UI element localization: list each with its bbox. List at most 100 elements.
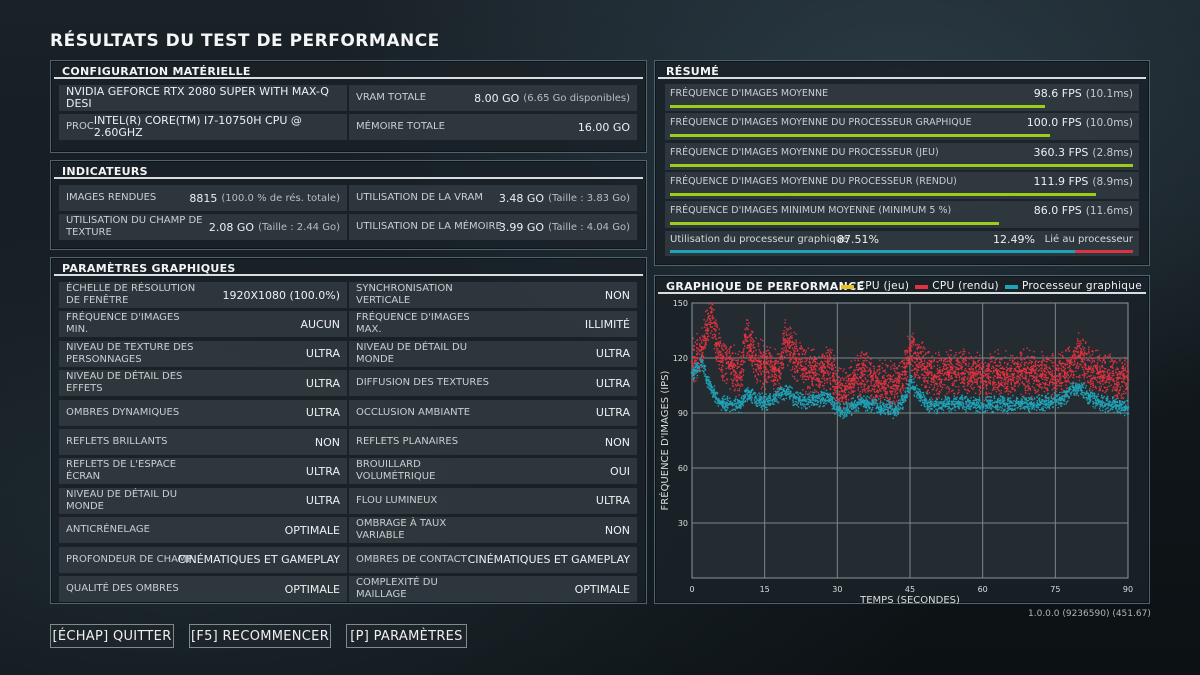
data-point — [1093, 357, 1095, 359]
data-point — [1036, 373, 1038, 376]
data-point — [834, 387, 837, 390]
data-point — [815, 384, 818, 386]
data-point — [931, 389, 934, 391]
data-point — [704, 339, 707, 341]
data-point — [721, 376, 724, 379]
data-point — [712, 303, 714, 306]
data-point — [808, 360, 811, 363]
data-point — [810, 349, 812, 352]
summary-label: FRÉQUENCE D'IMAGES MOYENNE DU PROCESSEUR… — [670, 146, 939, 158]
texture-number: 2.08 GO — [208, 220, 255, 234]
data-point — [1035, 372, 1037, 375]
data-point — [1102, 383, 1104, 385]
data-point — [1088, 350, 1090, 353]
data-point — [1031, 356, 1034, 358]
data-point — [991, 365, 994, 367]
data-point — [891, 378, 893, 381]
data-point — [790, 328, 792, 330]
data-point — [791, 335, 793, 337]
data-point — [853, 372, 856, 374]
data-point — [1083, 347, 1086, 349]
data-point — [805, 375, 807, 377]
data-point — [835, 396, 838, 398]
data-point — [867, 355, 869, 358]
data-point — [1119, 358, 1121, 361]
data-point — [894, 370, 896, 372]
data-point — [1028, 382, 1030, 384]
data-point — [798, 358, 800, 361]
setting-row: OMBRAGE À TAUX VARIABLE NON — [349, 517, 637, 544]
data-point — [998, 360, 1001, 363]
data-point — [725, 410, 727, 412]
data-point — [870, 384, 872, 386]
data-point — [850, 360, 852, 362]
data-point — [913, 361, 916, 363]
data-point — [798, 347, 801, 350]
data-point — [848, 404, 851, 407]
data-point — [804, 360, 806, 363]
data-point — [1037, 361, 1039, 363]
vram-total-number: 8.00 GO — [474, 91, 520, 105]
data-point — [736, 389, 739, 391]
data-point — [992, 356, 995, 358]
data-point — [929, 363, 932, 366]
data-point — [897, 380, 900, 382]
data-point — [829, 358, 831, 361]
setting-row: FRÉQUENCE D'IMAGES MIN. AUCUN — [59, 311, 347, 338]
data-point — [747, 386, 749, 389]
data-point — [1092, 380, 1094, 383]
data-point — [1031, 395, 1033, 398]
data-point — [695, 380, 697, 382]
data-point — [959, 361, 961, 364]
data-point — [928, 386, 931, 389]
data-point — [750, 348, 752, 350]
data-point — [810, 364, 813, 367]
data-point — [875, 372, 877, 374]
data-point — [850, 389, 853, 391]
data-point — [968, 378, 971, 380]
data-point — [892, 364, 894, 366]
data-point — [896, 377, 899, 379]
data-point — [795, 343, 797, 346]
data-point — [997, 365, 999, 367]
series-point — [995, 371, 999, 374]
data-point — [981, 387, 984, 389]
summary-value: 100.0 FPS (10.0ms) — [1027, 116, 1133, 129]
data-point — [1007, 376, 1009, 379]
data-point — [723, 406, 725, 408]
data-point — [975, 375, 977, 377]
data-point — [841, 400, 843, 402]
data-point — [809, 362, 812, 364]
data-point — [741, 395, 743, 397]
data-point — [1049, 371, 1052, 373]
data-point — [869, 372, 872, 375]
data-point — [974, 362, 977, 365]
data-point — [834, 366, 837, 368]
data-point — [987, 367, 990, 369]
summary-row: FRÉQUENCE D'IMAGES MINIMUM MOYENNE (MINI… — [665, 201, 1139, 229]
data-point — [940, 385, 942, 388]
data-point — [971, 380, 973, 382]
summary-row: FRÉQUENCE D'IMAGES MOYENNE 98.6 FPS (10.1m… — [665, 84, 1139, 111]
data-point — [729, 368, 732, 370]
data-point — [886, 378, 889, 381]
data-point — [848, 367, 851, 369]
data-point — [995, 368, 997, 371]
data-point — [809, 391, 812, 393]
data-point — [819, 384, 821, 386]
data-point — [708, 382, 710, 384]
data-point — [979, 387, 981, 389]
summary-row: FRÉQUENCE D'IMAGES MOYENNE DU PROCESSEUR… — [665, 142, 1139, 170]
data-point — [781, 387, 783, 389]
data-point — [914, 367, 916, 370]
data-point — [826, 364, 829, 367]
data-point — [701, 365, 704, 367]
data-point — [933, 384, 936, 386]
data-point — [878, 386, 880, 389]
data-point — [896, 372, 899, 374]
data-point — [1098, 354, 1101, 357]
data-point — [1028, 378, 1030, 381]
data-point — [1046, 387, 1049, 390]
data-point — [1106, 389, 1108, 391]
data-point — [867, 387, 869, 389]
